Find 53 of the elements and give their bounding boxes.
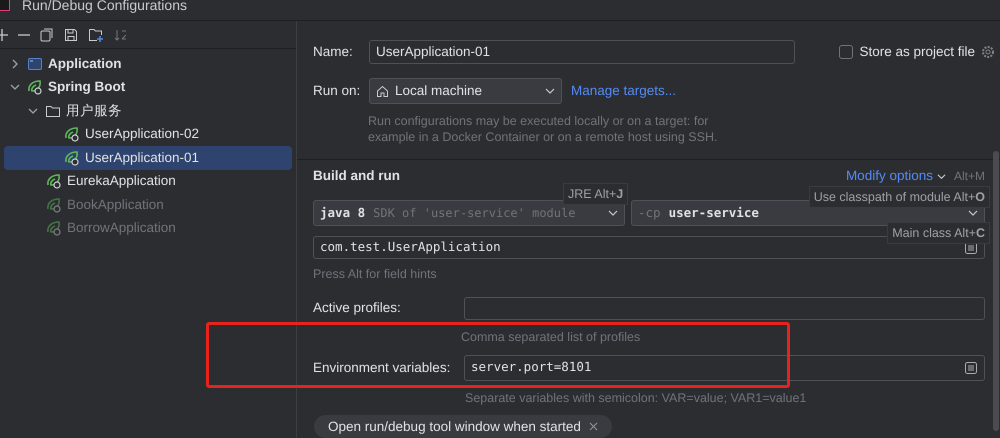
profiles-hint: Comma separated list of profiles — [461, 328, 642, 346]
chevron-down-icon[interactable] — [10, 82, 20, 92]
tree-item[interactable]: Application — [4, 52, 292, 76]
chevron-down-icon[interactable] — [28, 106, 38, 116]
spring-boot-icon — [46, 220, 62, 236]
run-on-dropdown[interactable]: Local machine — [369, 78, 562, 104]
chevron-down-icon — [545, 86, 555, 96]
tooltip: Use classpath of module Alt+O — [808, 186, 990, 208]
checkbox[interactable] — [839, 45, 854, 60]
copy-icon[interactable] — [40, 28, 54, 42]
close-icon[interactable] — [588, 422, 598, 432]
spring-boot-icon — [46, 173, 62, 190]
spring-boot-icon — [27, 79, 43, 96]
chevron-down-icon — [608, 208, 618, 218]
tree-item[interactable]: 用户服务 — [4, 99, 292, 122]
chevron-down-icon — [936, 172, 946, 181]
main-class-field[interactable]: com.test.UserApplication — [313, 236, 985, 260]
expand-text-icon[interactable] — [964, 360, 978, 375]
window-icon — [27, 56, 43, 72]
tooltip: JRE Alt+J — [563, 183, 628, 205]
modify-options-link[interactable]: Modify options — [846, 166, 933, 187]
tree-item[interactable]: UserApplication-02 — [4, 122, 292, 146]
section-title: Build and run — [313, 167, 400, 186]
environment-hint: Separate variables with semicolon: VAR=value; VAR1=value1 — [465, 390, 808, 407]
active-profiles-label: Active profiles: — [313, 299, 402, 318]
shortcut-hint: Alt+M — [954, 168, 985, 186]
window-title: Run/Debug Configurations — [22, 0, 187, 12]
tree-item[interactable]: EurekaApplication — [4, 170, 292, 193]
settings-icon[interactable] — [981, 45, 995, 60]
store-label: Store as project file — [859, 43, 975, 62]
environment-label: Environment variables: — [313, 358, 452, 377]
spring-boot-icon — [46, 196, 62, 213]
tooltip: Main class Alt+C — [887, 222, 990, 244]
run-on-hint: Run configurations may be executed locally or on a target: for example in a Docker Container or on a remote host using SSH. — [368, 113, 718, 146]
sort-icon[interactable] — [114, 28, 128, 42]
name-label: Name: — [313, 43, 354, 62]
run-on-label: Run on: — [313, 82, 362, 100]
chevron-right-icon[interactable] — [10, 58, 20, 69]
manage-targets-link[interactable]: Manage targets... — [571, 81, 676, 102]
chevron-down-icon — [968, 208, 978, 218]
environment-field[interactable]: server.port=8101 — [464, 354, 985, 381]
new-folder-icon[interactable] — [88, 27, 104, 42]
save-icon[interactable] — [64, 28, 78, 42]
jre-dropdown[interactable]: java 8 SDK of 'user-service' module — [313, 200, 625, 226]
option-chip[interactable]: Open run/debug tool window when started — [314, 415, 612, 438]
name-field[interactable]: UserApplication-01 — [369, 40, 795, 64]
spring-boot-icon — [64, 126, 80, 142]
active-profiles-field[interactable] — [464, 296, 985, 320]
tree-item[interactable]: UserApplication-01 — [4, 146, 292, 170]
tree-item[interactable]: Spring Boot — [4, 76, 292, 99]
spring-boot-icon — [64, 150, 80, 166]
field-hint: Press Alt for field hints — [313, 266, 438, 284]
home-icon — [376, 84, 389, 98]
